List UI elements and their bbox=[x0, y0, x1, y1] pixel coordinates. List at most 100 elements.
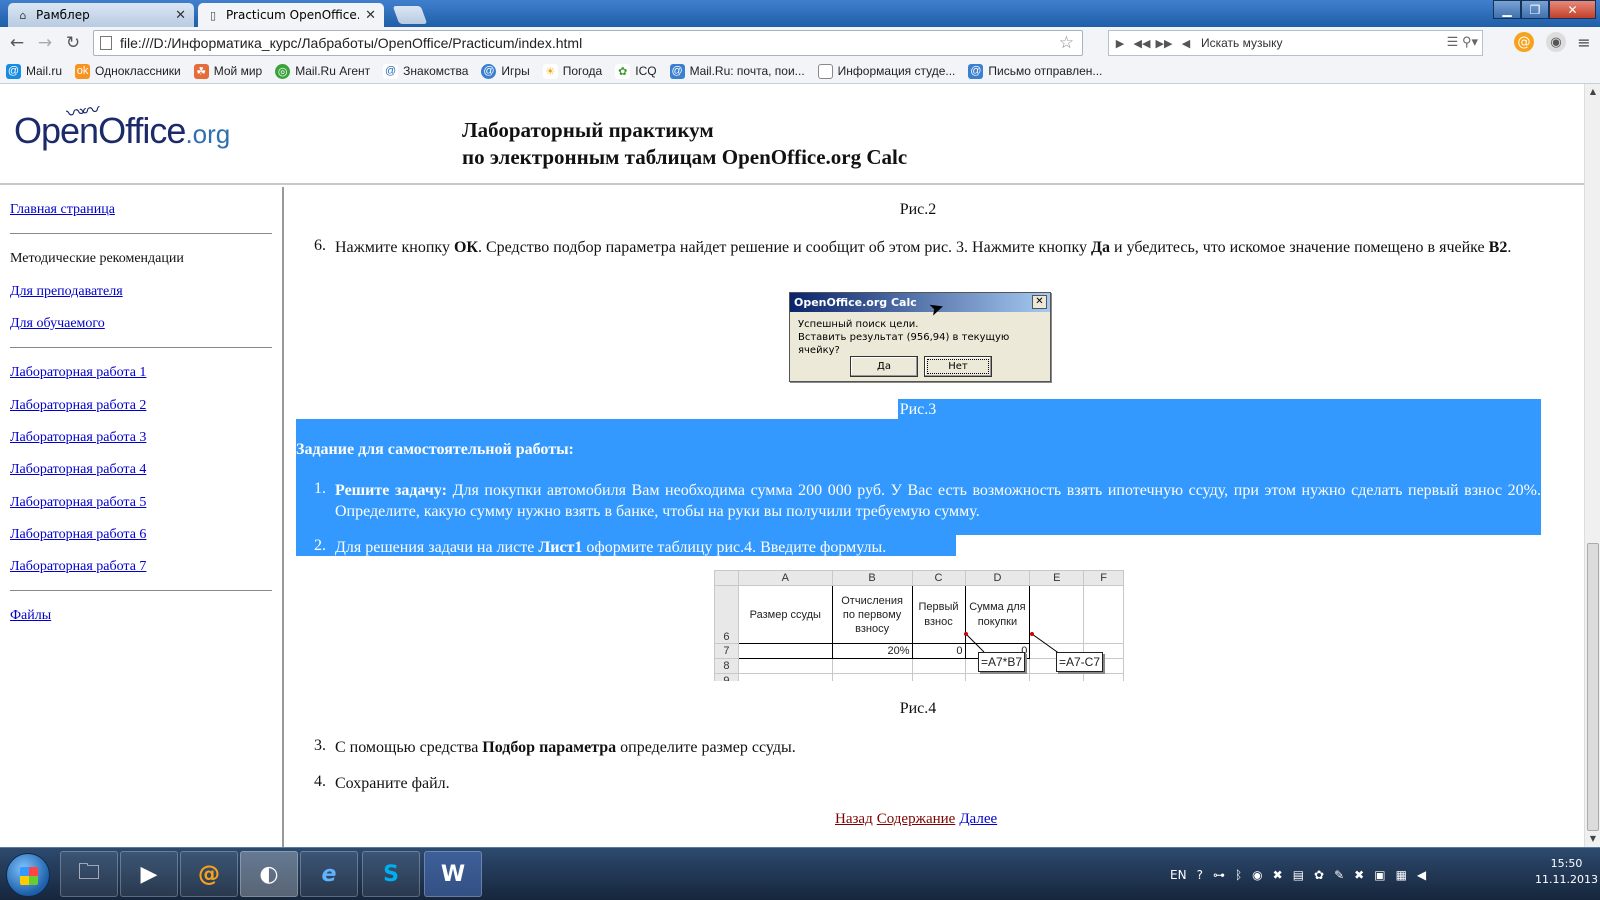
scroll-up-icon[interactable]: ▲ bbox=[1585, 84, 1600, 100]
tab-practicum[interactable]: ▯ Practicum OpenOffice.org ✕ bbox=[198, 3, 384, 27]
goal-seek-dialog: OpenOffice.org Calc ✕ Успешный поиск цели… bbox=[789, 292, 1051, 382]
new-tab-button[interactable] bbox=[392, 6, 428, 24]
warning-icon[interactable]: ✖ bbox=[1273, 868, 1283, 882]
tray-app-icon[interactable]: ▤ bbox=[1293, 868, 1304, 882]
minimize-button[interactable]: ▁ bbox=[1493, 0, 1521, 19]
sidebar-link-lab2[interactable]: Лабораторная работа 2 bbox=[10, 398, 146, 414]
bookmark-item[interactable]: @ Игры bbox=[481, 63, 530, 79]
start-button[interactable] bbox=[6, 853, 50, 897]
bookmark-item[interactable]: ✿ ICQ bbox=[615, 63, 657, 79]
bookmark-item[interactable]: ☘ Мой мир bbox=[193, 63, 262, 79]
close-icon[interactable]: ✕ bbox=[365, 8, 376, 23]
browser-icon[interactable]: ◐ bbox=[240, 851, 298, 897]
bookmark-item[interactable]: Информация студе... bbox=[817, 63, 955, 79]
close-icon[interactable]: ✕ bbox=[175, 8, 186, 23]
language-indicator[interactable]: EN bbox=[1170, 868, 1187, 882]
internet-explorer-icon[interactable]: e bbox=[300, 851, 358, 897]
sidebar-link-lab6[interactable]: Лабораторная работа 6 bbox=[10, 527, 146, 543]
mail-agent-icon[interactable]: @ bbox=[180, 851, 238, 897]
agent-icon: ◎ bbox=[275, 63, 291, 79]
speaker-icon[interactable]: ◀ bbox=[1175, 37, 1197, 50]
tray-app-icon[interactable]: ✖ bbox=[1354, 868, 1364, 882]
bookmark-item[interactable]: @ Знакомства bbox=[383, 63, 468, 79]
sidebar-link-lab7[interactable]: Лабораторная работа 7 bbox=[10, 559, 146, 575]
bluetooth-icon[interactable]: ᛒ bbox=[1235, 868, 1242, 882]
icq-icon[interactable]: ✿ bbox=[1314, 868, 1324, 882]
sidebar-link-home[interactable]: Главная страница bbox=[10, 202, 115, 218]
bookmark-star-icon[interactable]: ☆ bbox=[1059, 33, 1074, 53]
sidebar-link-lab5[interactable]: Лабораторная работа 5 bbox=[10, 495, 146, 511]
music-search-bar[interactable]: ▶ ◀◀ ▶▶ ◀ Искать музыку ☰ ⚲▾ bbox=[1108, 30, 1483, 56]
divider bbox=[10, 347, 272, 348]
page-header: 〰〰 OpenOffice.org Лабораторный практикум… bbox=[0, 84, 1584, 185]
tab-label: Practicum OpenOffice.org bbox=[226, 8, 359, 22]
dialog-message: Успешный поиск цели. Вставить результат … bbox=[798, 319, 1010, 356]
home-icon: ⌂ bbox=[19, 8, 27, 22]
bookmark-item[interactable]: @ Mail.ru bbox=[6, 63, 62, 79]
mailru-icon: @ bbox=[6, 63, 21, 79]
ok-icon: ok bbox=[75, 63, 91, 79]
list-number: 6. bbox=[314, 237, 326, 254]
reload-icon[interactable]: ↻ bbox=[61, 31, 85, 55]
fast-forward-icon[interactable]: ▶▶ bbox=[1153, 37, 1175, 50]
bookmark-item[interactable]: ◎ Mail.Ru Агент bbox=[275, 63, 370, 79]
sidebar-link-lab4[interactable]: Лабораторная работа 4 bbox=[10, 462, 146, 478]
forward-arrow-icon[interactable]: → bbox=[33, 31, 57, 55]
figure-caption: Рис.4 bbox=[899, 700, 937, 717]
sidebar-link-lab1[interactable]: Лабораторная работа 1 bbox=[10, 365, 146, 381]
tray-app-icon[interactable]: ▦ bbox=[1396, 868, 1407, 882]
next-link[interactable]: Далее bbox=[959, 811, 997, 827]
word-icon[interactable]: W bbox=[424, 851, 482, 897]
maximize-button[interactable]: ❐ bbox=[1521, 0, 1549, 19]
extension-icon[interactable]: ◉ bbox=[1546, 32, 1566, 52]
address-bar[interactable]: file:///D:/Информатика_курс/Лабработы/Op… bbox=[93, 30, 1083, 56]
mail-agent-icon[interactable]: @ bbox=[1514, 32, 1534, 52]
page-icon bbox=[817, 63, 833, 79]
network-icon[interactable]: ⊶ bbox=[1213, 868, 1225, 882]
sidebar-link-student[interactable]: Для обучаемого bbox=[10, 316, 105, 332]
back-arrow-icon[interactable]: ← bbox=[5, 31, 29, 55]
mail-icon: @ bbox=[669, 63, 685, 79]
scroll-down-icon[interactable]: ▼ bbox=[1585, 831, 1600, 847]
help-icon[interactable]: ? bbox=[1197, 868, 1203, 882]
yes-button[interactable]: Да bbox=[850, 356, 918, 377]
page-navigation: Назад Содержание Далее bbox=[835, 811, 1001, 828]
bookmark-item[interactable]: @ Mail.Ru: почта, пои... bbox=[669, 63, 805, 79]
menu-icon[interactable]: ≡ bbox=[1574, 32, 1594, 52]
search-icon[interactable]: ☰ ⚲▾ bbox=[1447, 34, 1478, 50]
no-button[interactable]: Нет bbox=[924, 356, 992, 377]
rewind-icon[interactable]: ◀◀ bbox=[1131, 37, 1153, 50]
scroll-thumb[interactable] bbox=[1587, 543, 1599, 831]
main-content: Рис.2 6. Нажмите кнопку ОК. Средство под… bbox=[286, 187, 1584, 847]
speaker-icon[interactable]: ◀ bbox=[1417, 868, 1426, 882]
sidebar-link-teacher[interactable]: Для преподавателя bbox=[10, 284, 123, 300]
explorer-icon[interactable]: 🗀 bbox=[60, 851, 118, 897]
browser-tab-strip: ⌂ Рамблер ✕ ▯ Practicum OpenOffice.org ✕… bbox=[0, 0, 1600, 27]
play-icon[interactable]: ▶ bbox=[1109, 37, 1131, 50]
dialog-title: OpenOffice.org Calc ✕ bbox=[790, 293, 1050, 312]
weather-icon: ☀ bbox=[542, 63, 558, 79]
tray-app-icon[interactable]: ✎ bbox=[1334, 868, 1344, 882]
sidebar-heading-methods: Методические рекомендации bbox=[10, 251, 184, 266]
dating-icon: @ bbox=[383, 63, 399, 79]
windows-taskbar: 🗀 ▶ @ ◐ e S W EN ? ⊶ ᛒ ◉ ✖ ▤ ✿ ✎ ✖ ▣ ▦ ◀… bbox=[0, 847, 1600, 900]
media-player-icon[interactable]: ▶ bbox=[120, 851, 178, 897]
contents-link[interactable]: Содержание bbox=[877, 811, 956, 827]
clock[interactable]: 15:50 11.11.2013 bbox=[1535, 856, 1598, 888]
bookmark-item[interactable]: ☀ Погода bbox=[542, 63, 602, 79]
close-icon[interactable]: ✕ bbox=[1032, 295, 1047, 309]
tray-app-icon[interactable]: ▣ bbox=[1374, 868, 1385, 882]
music-search-input[interactable]: Искать музыку bbox=[1201, 36, 1283, 50]
bookmark-item[interactable]: ok Одноклассники bbox=[75, 63, 181, 79]
sidebar-link-lab3[interactable]: Лабораторная работа 3 bbox=[10, 430, 146, 446]
tab-rambler[interactable]: ⌂ Рамблер ✕ bbox=[8, 3, 194, 27]
sidebar-link-files[interactable]: Файлы bbox=[10, 608, 51, 624]
skype-icon[interactable]: S bbox=[362, 851, 420, 897]
back-link[interactable]: Назад bbox=[835, 811, 873, 827]
bookmark-item[interactable]: @ Письмо отправлен... bbox=[968, 63, 1102, 79]
vertical-scrollbar[interactable]: ▲ ▼ bbox=[1584, 84, 1600, 847]
spreadsheet-figure: A B C D E F 6 Размер ссуды Отчисления по … bbox=[714, 570, 1124, 681]
task-heading: Задание для самостоятельной работы: bbox=[296, 441, 574, 458]
window-close-button[interactable]: ✕ bbox=[1549, 0, 1596, 19]
antivirus-icon[interactable]: ◉ bbox=[1252, 868, 1262, 882]
